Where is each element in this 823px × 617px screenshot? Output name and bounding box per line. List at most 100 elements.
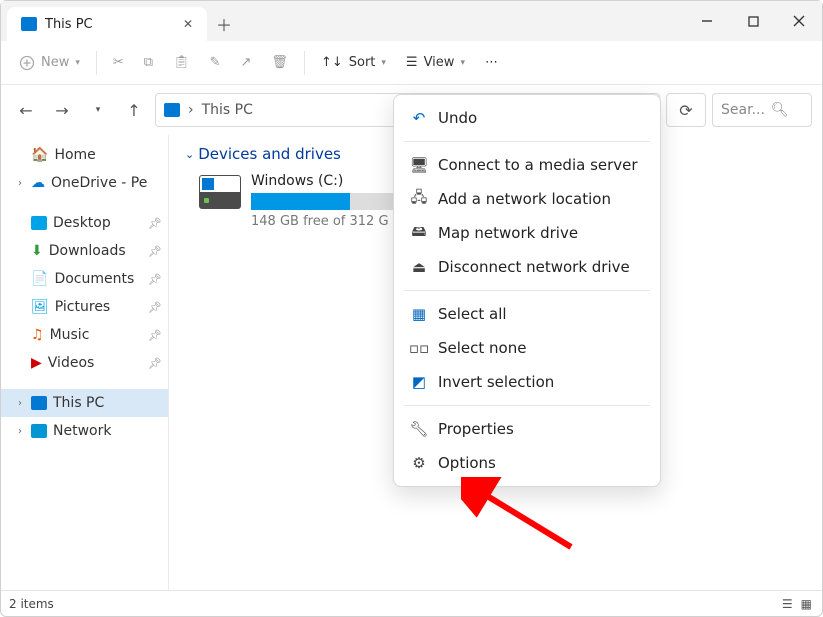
sidebar-item-pictures[interactable]: 🖼 Pictures 📌︎ bbox=[1, 293, 168, 321]
chevron-right-icon[interactable]: › bbox=[15, 426, 25, 437]
copy-button[interactable]: ⧉ bbox=[136, 46, 161, 80]
thispc-icon bbox=[21, 17, 37, 31]
menu-item-label: Disconnect network drive bbox=[438, 258, 630, 276]
close-button[interactable] bbox=[776, 1, 822, 41]
cut-icon: ✂ bbox=[113, 55, 124, 70]
search-input[interactable]: Sear... 🔍︎ bbox=[712, 93, 812, 127]
sidebar-item-label: Pictures bbox=[55, 299, 110, 315]
select-all-icon: ▦ bbox=[410, 305, 428, 323]
desktop-icon bbox=[31, 216, 47, 230]
menu-divider bbox=[404, 405, 650, 406]
forward-button[interactable]: → bbox=[47, 95, 77, 125]
separator bbox=[304, 51, 305, 75]
sidebar-item-label: This PC bbox=[53, 395, 104, 411]
pin-icon: 📌︎ bbox=[148, 357, 162, 370]
sidebar-item-home[interactable]: 🏠 Home bbox=[1, 141, 168, 169]
minimize-button[interactable] bbox=[684, 1, 730, 41]
menu-item-label: Select all bbox=[438, 305, 507, 323]
search-icon: 🔍︎ bbox=[771, 102, 789, 118]
map-drive-icon: 🖴 bbox=[410, 224, 428, 242]
maximize-button[interactable] bbox=[730, 1, 776, 41]
tab-close-button[interactable]: ✕ bbox=[183, 17, 193, 31]
menu-item-label: Map network drive bbox=[438, 224, 578, 242]
search-placeholder: Sear... bbox=[721, 102, 765, 118]
menu-item-disconnect-drive[interactable]: ⏏ Disconnect network drive bbox=[400, 250, 654, 284]
gear-icon: ⚙ bbox=[410, 454, 428, 472]
network-icon bbox=[31, 424, 47, 438]
video-icon: ▶ bbox=[31, 355, 42, 371]
select-none-icon: ▫▫ bbox=[410, 339, 428, 357]
menu-item-invert-selection[interactable]: ◩ Invert selection bbox=[400, 365, 654, 399]
cloud-icon: ☁ bbox=[31, 175, 45, 191]
music-icon: ♫ bbox=[31, 327, 44, 343]
breadcrumb-sep: › bbox=[188, 102, 194, 118]
sidebar-item-label: Network bbox=[53, 423, 111, 439]
up-button[interactable]: ↑ bbox=[119, 95, 149, 125]
more-menu: ↶ Undo 🖥︎ Connect to a media server 🖧 Ad… bbox=[393, 94, 661, 487]
menu-item-label: Properties bbox=[438, 420, 514, 438]
menu-item-properties[interactable]: 🔧︎ Properties bbox=[400, 412, 654, 446]
sidebar-item-downloads[interactable]: ⬇ Downloads 📌︎ bbox=[1, 237, 168, 265]
sidebar-item-thispc[interactable]: › This PC bbox=[1, 389, 168, 417]
drive-icon bbox=[199, 175, 241, 209]
back-button[interactable]: ← bbox=[11, 95, 41, 125]
delete-button[interactable]: 🗑︎ bbox=[263, 46, 296, 80]
pin-icon: 📌︎ bbox=[148, 245, 162, 258]
sidebar-item-label: Documents bbox=[54, 271, 134, 287]
sidebar-item-videos[interactable]: ▶ Videos 📌︎ bbox=[1, 349, 168, 377]
pin-icon: 📌︎ bbox=[148, 217, 162, 230]
menu-item-select-all[interactable]: ▦ Select all bbox=[400, 297, 654, 331]
recent-button[interactable]: ▾ bbox=[83, 95, 113, 125]
sidebar-item-documents[interactable]: 📄 Documents 📌︎ bbox=[1, 265, 168, 293]
cut-button[interactable]: ✂ bbox=[105, 46, 132, 80]
thumbnails-view-button[interactable]: ▦ bbox=[799, 595, 814, 613]
chevron-right-icon[interactable]: › bbox=[15, 398, 25, 409]
pin-icon: 📌︎ bbox=[148, 301, 162, 314]
wrench-icon: 🔧︎ bbox=[410, 420, 428, 438]
tab-current[interactable]: This PC ✕ bbox=[7, 7, 207, 41]
menu-item-options[interactable]: ⚙ Options bbox=[400, 446, 654, 480]
menu-item-label: Connect to a media server bbox=[438, 156, 638, 174]
menu-divider bbox=[404, 290, 650, 291]
more-icon: ⋯ bbox=[485, 55, 498, 70]
network-location-icon: 🖧 bbox=[410, 190, 428, 208]
menu-item-map-drive[interactable]: 🖴 Map network drive bbox=[400, 216, 654, 250]
thispc-icon bbox=[31, 396, 47, 410]
sidebar: 🏠 Home › ☁ OneDrive - Pe Desktop 📌︎ ⬇ Do… bbox=[1, 135, 169, 590]
menu-item-add-netloc[interactable]: 🖧 Add a network location bbox=[400, 182, 654, 216]
rename-button[interactable]: ✎ bbox=[202, 46, 229, 80]
menu-item-undo[interactable]: ↶ Undo bbox=[400, 101, 654, 135]
menu-item-select-none[interactable]: ▫▫ Select none bbox=[400, 331, 654, 365]
explorer-window: This PC ✕ ＋ New ▾ ✂ ⧉ 📋︎ ✎ ↗ 🗑︎ ↑↓ Sort … bbox=[0, 0, 823, 617]
paste-button[interactable]: 📋︎ bbox=[165, 46, 198, 80]
new-tab-button[interactable]: ＋ bbox=[207, 7, 241, 41]
sidebar-item-label: Downloads bbox=[49, 243, 126, 259]
view-button[interactable]: ☰ View ▾ bbox=[398, 46, 473, 80]
view-icon: ☰ bbox=[406, 55, 418, 70]
group-header-label: Devices and drives bbox=[198, 145, 341, 163]
new-button[interactable]: New ▾ bbox=[11, 46, 88, 80]
share-icon: ↗ bbox=[241, 55, 252, 70]
trash-icon: 🗑︎ bbox=[271, 55, 288, 70]
sort-button[interactable]: ↑↓ Sort ▾ bbox=[313, 46, 394, 80]
rename-icon: ✎ bbox=[210, 55, 221, 70]
more-button[interactable]: ⋯ bbox=[477, 46, 506, 80]
chevron-right-icon[interactable]: › bbox=[15, 178, 25, 189]
refresh-button[interactable]: ⟳ bbox=[666, 93, 706, 127]
status-bar: 2 items ☰ ▦ bbox=[1, 590, 822, 616]
breadcrumb-location[interactable]: This PC bbox=[202, 102, 253, 118]
sidebar-item-music[interactable]: ♫ Music 📌︎ bbox=[1, 321, 168, 349]
sidebar-item-desktop[interactable]: Desktop 📌︎ bbox=[1, 209, 168, 237]
sidebar-item-onedrive[interactable]: › ☁ OneDrive - Pe bbox=[1, 169, 168, 197]
sidebar-item-network[interactable]: › Network bbox=[1, 417, 168, 445]
details-view-button[interactable]: ☰ bbox=[780, 595, 795, 613]
status-item-count: 2 items bbox=[9, 597, 54, 611]
download-icon: ⬇ bbox=[31, 243, 43, 259]
tab-title: This PC bbox=[45, 17, 93, 32]
share-button[interactable]: ↗ bbox=[233, 46, 260, 80]
view-label: View bbox=[424, 55, 455, 70]
menu-item-connect-media[interactable]: 🖥︎ Connect to a media server bbox=[400, 148, 654, 182]
pin-icon: 📌︎ bbox=[148, 329, 162, 342]
sort-label: Sort bbox=[349, 55, 376, 70]
sidebar-item-label: Videos bbox=[48, 355, 95, 371]
